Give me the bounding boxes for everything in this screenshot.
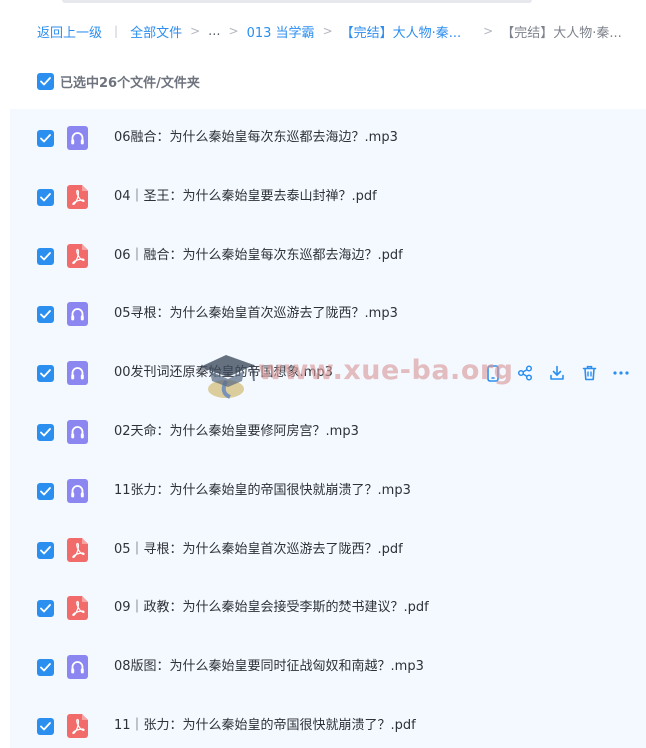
file-name[interactable]: 02天命：为什么秦始皇要修阿房宫？.mp3 xyxy=(114,424,359,440)
pdf-file-icon xyxy=(67,714,88,738)
search-bar-edge xyxy=(62,0,532,3)
chevron-right-icon: > xyxy=(228,24,239,38)
chevron-right-icon: > xyxy=(483,24,494,38)
file-checkbox[interactable] xyxy=(37,130,54,147)
breadcrumb: 返回上一级 | 全部文件 > ... > 013 当学霸 > 【完结】大人物·秦… xyxy=(37,20,622,42)
delete-icon[interactable] xyxy=(580,364,598,382)
audio-file-icon xyxy=(67,655,88,679)
file-checkbox[interactable] xyxy=(37,600,54,617)
selection-count: 已选中26个文件/文件夹 xyxy=(60,75,200,91)
file-checkbox[interactable] xyxy=(37,542,54,559)
file-name[interactable]: 05寻根：为什么秦始皇首次巡游去了陇西？.mp3 xyxy=(114,306,398,322)
file-row[interactable]: 04｜圣王：为什么秦始皇要去泰山封禅？.pdf xyxy=(10,168,646,226)
file-name[interactable]: 09｜政教：为什么秦始皇会接受李斯的焚书建议？.pdf xyxy=(114,600,429,616)
check-icon xyxy=(40,428,51,437)
file-checkbox[interactable] xyxy=(37,306,54,323)
more-icon[interactable] xyxy=(612,364,630,382)
pdf-file-icon xyxy=(67,596,88,620)
audio-file-icon xyxy=(67,420,88,444)
file-row[interactable]: 05寻根：为什么秦始皇首次巡游去了陇西？.mp3 xyxy=(10,285,646,343)
audio-file-icon xyxy=(67,420,88,444)
audio-file-icon xyxy=(67,126,88,150)
check-icon xyxy=(40,252,51,261)
pdf-file-icon xyxy=(67,596,88,620)
file-row[interactable]: 06融合：为什么秦始皇每次东巡都去海边？.mp3 xyxy=(10,109,646,167)
pdf-file-icon xyxy=(67,185,88,209)
file-row[interactable]: 11张力：为什么秦始皇的帝国很快就崩溃了？.mp3 xyxy=(10,462,646,520)
audio-file-icon xyxy=(67,126,88,150)
check-icon xyxy=(40,722,51,731)
check-icon xyxy=(40,310,51,319)
audio-file-icon xyxy=(67,302,88,326)
check-icon xyxy=(40,663,51,672)
share-icon[interactable] xyxy=(516,364,534,382)
audio-file-icon xyxy=(67,655,88,679)
file-checkbox[interactable] xyxy=(37,483,54,500)
select-all-checkbox[interactable] xyxy=(37,72,54,90)
check-icon xyxy=(40,76,51,85)
file-row[interactable]: 02天命：为什么秦始皇要修阿房宫？.mp3 xyxy=(10,403,646,461)
check-icon xyxy=(40,604,51,613)
file-checkbox[interactable] xyxy=(37,718,54,735)
pdf-file-icon xyxy=(67,538,88,562)
audio-file-icon xyxy=(67,361,88,385)
breadcrumb-folder-2[interactable]: 【完结】大人物·秦... xyxy=(341,22,462,41)
audio-file-icon xyxy=(67,479,88,503)
file-row[interactable]: 09｜政教：为什么秦始皇会接受李斯的焚书建议？.pdf xyxy=(10,579,646,637)
breadcrumb-current: 【完结】大人物·秦... xyxy=(501,25,622,41)
select-all-bar: 已选中26个文件/文件夹 xyxy=(37,71,200,91)
pdf-file-icon xyxy=(67,538,88,562)
file-name[interactable]: 08版图：为什么秦始皇要同时征战匈奴和南越？.mp3 xyxy=(114,659,424,675)
check-icon xyxy=(40,487,51,496)
audio-file-icon xyxy=(67,479,88,503)
file-browser: 返回上一级 | 全部文件 > ... > 013 当学霸 > 【完结】大人物·秦… xyxy=(0,0,646,748)
check-icon xyxy=(40,134,51,143)
chevron-right-icon: > xyxy=(322,24,333,38)
audio-file-icon xyxy=(67,302,88,326)
all-files-link[interactable]: 全部文件 xyxy=(130,22,182,41)
check-icon xyxy=(40,546,51,555)
file-checkbox[interactable] xyxy=(37,248,54,265)
pdf-file-icon xyxy=(67,185,88,209)
file-checkbox[interactable] xyxy=(37,424,54,441)
file-list: 06融合：为什么秦始皇每次东巡都去海边？.mp3 04｜圣王：为什么秦始皇要去泰山… xyxy=(10,109,646,748)
row-actions xyxy=(484,364,644,382)
download-icon[interactable] xyxy=(548,364,566,382)
file-name[interactable]: 06｜融合：为什么秦始皇每次东巡都去海边？.pdf xyxy=(114,248,403,264)
file-row[interactable]: 08版图：为什么秦始皇要同时征战匈奴和南越？.mp3 xyxy=(10,638,646,696)
file-name[interactable]: 06融合：为什么秦始皇每次东巡都去海边？.mp3 xyxy=(114,130,398,146)
pdf-file-icon xyxy=(67,244,88,268)
file-row[interactable]: 00发刊词还原秦始皇的帝国想象.mp3 xyxy=(10,344,646,402)
file-row[interactable]: 11｜张力：为什么秦始皇的帝国很快就崩溃了？.pdf xyxy=(10,697,646,748)
chevron-right-icon: > xyxy=(190,24,201,38)
file-name[interactable]: 11｜张力：为什么秦始皇的帝国很快就崩溃了？.pdf xyxy=(114,718,416,734)
pdf-file-icon xyxy=(67,244,88,268)
check-icon xyxy=(40,369,51,378)
check-icon xyxy=(40,193,51,202)
file-name[interactable]: 04｜圣王：为什么秦始皇要去泰山封禅？.pdf xyxy=(114,189,377,205)
file-checkbox[interactable] xyxy=(37,659,54,676)
file-row[interactable]: 06｜融合：为什么秦始皇每次东巡都去海边？.pdf xyxy=(10,227,646,285)
file-name[interactable]: 00发刊词还原秦始皇的帝国想象.mp3 xyxy=(114,365,333,381)
breadcrumb-ellipsis[interactable]: ... xyxy=(208,24,220,39)
phone-icon[interactable] xyxy=(484,364,502,382)
file-checkbox[interactable] xyxy=(37,365,54,382)
file-name[interactable]: 11张力：为什么秦始皇的帝国很快就崩溃了？.mp3 xyxy=(114,483,411,499)
file-checkbox[interactable] xyxy=(37,189,54,206)
audio-file-icon xyxy=(67,361,88,385)
separator-bar: | xyxy=(114,24,119,38)
back-link[interactable]: 返回上一级 xyxy=(37,22,102,41)
file-row[interactable]: 05｜寻根：为什么秦始皇首次巡游去了陇西？.pdf xyxy=(10,521,646,579)
file-name[interactable]: 05｜寻根：为什么秦始皇首次巡游去了陇西？.pdf xyxy=(114,542,403,558)
breadcrumb-folder-1[interactable]: 013 当学霸 xyxy=(247,22,315,41)
pdf-file-icon xyxy=(67,714,88,738)
